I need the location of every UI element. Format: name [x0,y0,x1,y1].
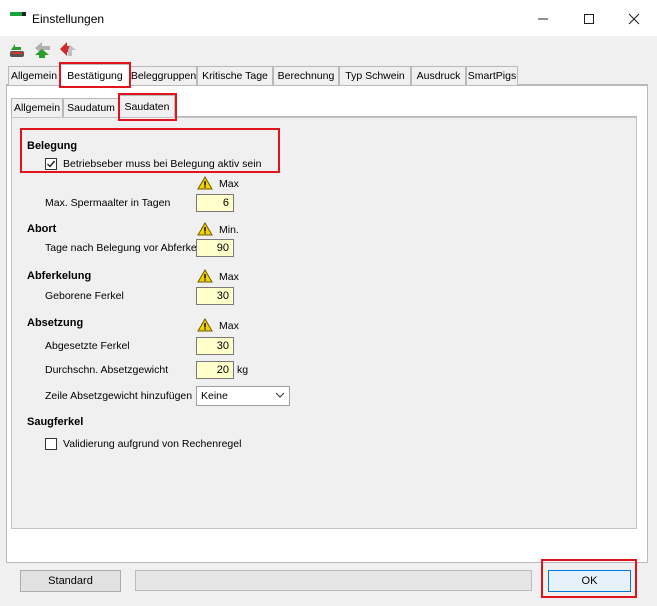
saudaten-panel [11,117,637,529]
toolbar [0,36,657,64]
spermaalter-input[interactable]: 6 [196,194,234,212]
standard-button[interactable]: Standard [20,570,121,592]
reset-icon [60,42,76,56]
highlight-subtab-saudaten [118,93,177,121]
minimize-icon [538,18,548,20]
absetzgewicht-label: Durchschn. Absetzgewicht [45,364,169,376]
warning-icon [197,176,213,190]
section-abferkelung-heading: Abferkelung [27,270,92,282]
abort-limit-label: Min. [219,224,239,236]
betriebseber-checkbox-label: Betriebseber muss bei Belegung aktiv sei… [63,158,262,170]
subtab-allgemein[interactable]: Allgemein [11,98,63,117]
tab-berechnung[interactable]: Berechnung [273,66,339,85]
tab-beleggruppen[interactable]: Beleggruppen [130,66,197,85]
status-progress-bar [135,570,532,591]
abort-field-label: Tage nach Belegung vor Abferkeln [45,242,196,254]
refresh-icon [35,42,50,58]
refresh-button[interactable] [31,38,55,60]
zeile-absetzgewicht-label: Zeile Absetzgewicht hinzufügen [45,390,193,402]
absetzung-limit-label: Max [219,320,239,332]
tab-allgemein[interactable]: Allgemein [8,66,60,85]
section-belegung-heading: Belegung [27,140,78,152]
absetzgewicht-input[interactable]: 20 [196,361,234,379]
highlight-tab-bestaetigung [59,62,131,88]
chevron-down-icon [275,392,285,398]
spermaalter-label: Max. Spermaalter in Tagen [45,197,171,209]
warning-icon [197,269,213,283]
warning-icon [197,222,213,236]
save-icon [10,44,24,57]
close-icon [628,13,640,25]
maximize-button[interactable] [566,4,612,34]
zeile-absetzgewicht-select[interactable]: Keine [196,386,290,406]
tab-ausdruck[interactable]: Ausdruck [411,66,466,85]
reset-button[interactable] [56,38,80,60]
section-absetzung-heading: Absetzung [27,317,84,329]
abferkelung-limit-label: Max [219,271,239,283]
section-abort-heading: Abort [27,223,57,235]
validierung-checkbox[interactable] [45,438,57,450]
abgesetzte-ferkel-label: Abgesetzte Ferkel [45,340,130,352]
geborene-ferkel-label: Geborene Ferkel [45,290,124,302]
minimize-button[interactable] [520,4,566,34]
highlight-ok-button [541,559,637,598]
maximize-icon [584,14,594,24]
close-button[interactable] [611,4,657,34]
tab-smartpigs[interactable]: SmartPigs [466,66,518,85]
tab-typ-schwein[interactable]: Typ Schwein [339,66,411,85]
tab-kritische-tage[interactable]: Kritische Tage [197,66,273,85]
save-button[interactable] [6,38,30,60]
betriebseber-checkbox[interactable] [45,158,57,170]
warning-icon [197,318,213,332]
checkmark-icon [47,160,56,168]
validierung-checkbox-label: Validierung aufgrund von Rechenregel [63,438,242,450]
zeile-absetzgewicht-value: Keine [201,390,228,402]
abort-days-input[interactable]: 90 [196,239,234,257]
window-title: Einstellungen [32,12,105,26]
abgesetzte-ferkel-input[interactable]: 30 [196,337,234,355]
subtab-saudatum[interactable]: Saudatum [63,98,119,117]
app-icon [10,12,26,24]
belegung-limit-label: Max [219,178,239,190]
absetzgewicht-unit: kg [237,364,249,376]
geborene-ferkel-input[interactable]: 30 [196,287,234,305]
section-saugferkel-heading: Saugferkel [27,416,84,428]
